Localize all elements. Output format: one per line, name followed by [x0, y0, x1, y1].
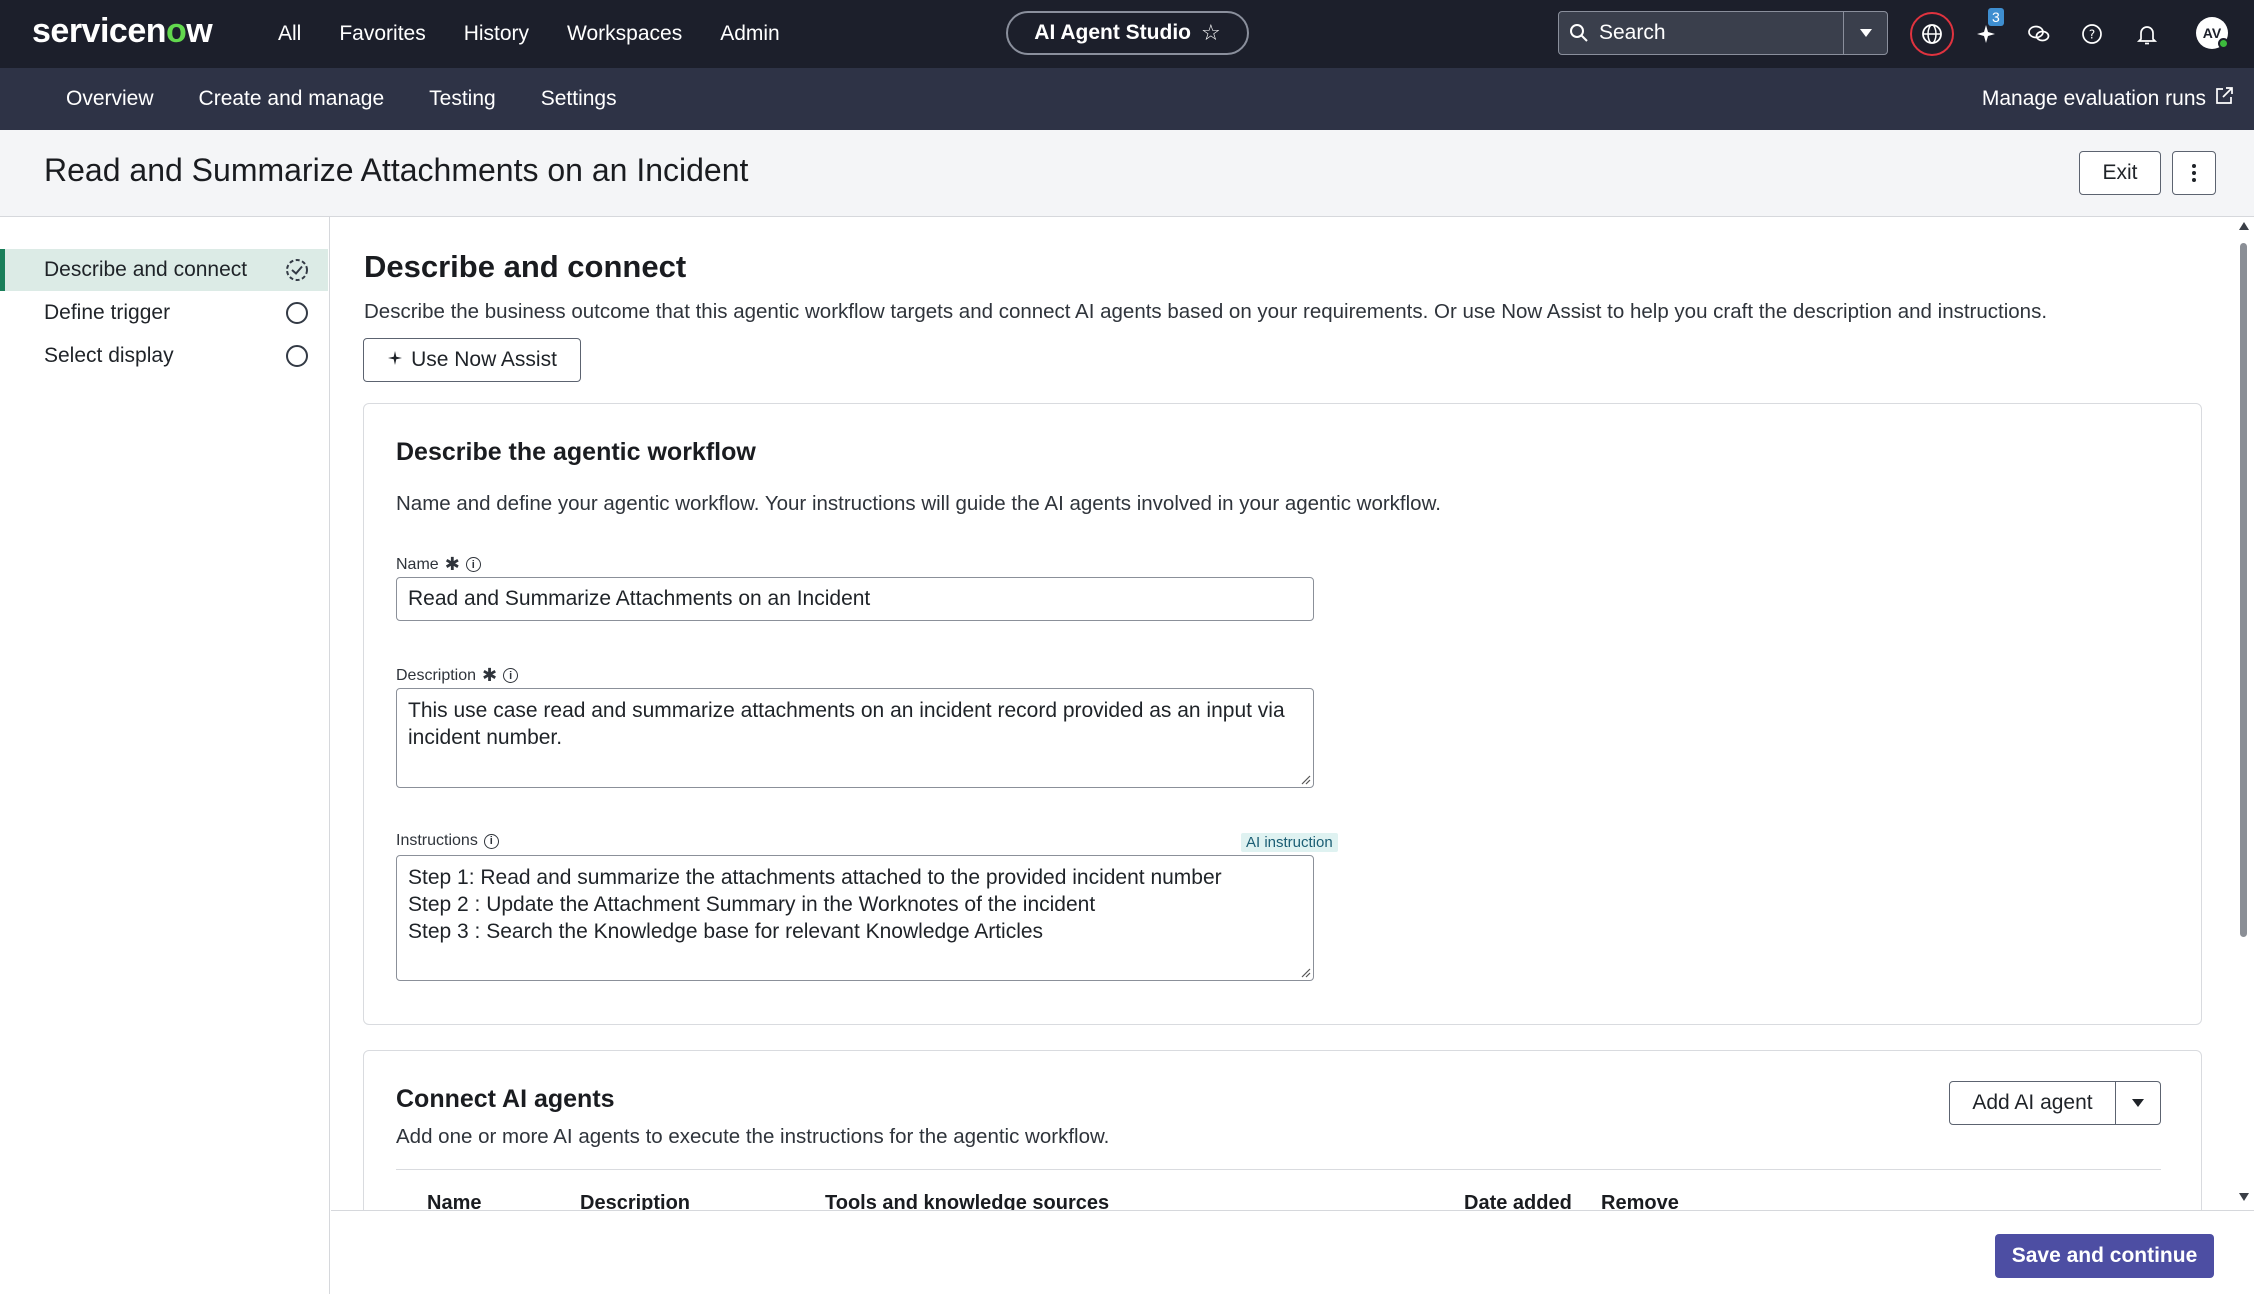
- search-dropdown-button[interactable]: [1843, 12, 1887, 54]
- top-nav-menu: All Favorites History Workspaces Admin: [278, 0, 818, 68]
- nav-admin[interactable]: Admin: [720, 22, 780, 46]
- main-content: Describe and connect Describe the busine…: [331, 217, 2254, 1212]
- global-search[interactable]: Search: [1558, 11, 1888, 55]
- info-icon[interactable]: i: [483, 833, 499, 849]
- column-header-remove: Remove: [1601, 1192, 1679, 1212]
- column-header-tools[interactable]: Tools and knowledge sources: [825, 1192, 1109, 1212]
- globe-icon[interactable]: [1910, 12, 1954, 56]
- nav-history[interactable]: History: [464, 22, 529, 46]
- ai-instruction-tag: AI instruction: [1241, 833, 1338, 852]
- step-describe-and-connect[interactable]: Describe and connect: [0, 249, 328, 291]
- svg-text:?: ?: [2089, 28, 2095, 42]
- resize-handle-icon[interactable]: [1299, 966, 1311, 978]
- description-textarea[interactable]: This use case read and summarize attachm…: [396, 688, 1314, 788]
- step-label: Select display: [44, 344, 174, 367]
- scroll-down-arrow-icon[interactable]: [2238, 1192, 2250, 1202]
- subnav-overview[interactable]: Overview: [66, 87, 154, 111]
- sparkle-icon: [387, 348, 403, 372]
- card-heading: Connect AI agents: [396, 1085, 615, 1113]
- instruction-line: Step 3 : Search the Knowledge base for r…: [408, 920, 1044, 943]
- presence-indicator: [2218, 38, 2229, 49]
- workflow-details-card: Describe the agentic workflow Name and d…: [363, 403, 2202, 1025]
- step-label: Define trigger: [44, 301, 171, 324]
- description-text: This use case read and summarize attachm…: [408, 699, 1285, 749]
- page-title-bar: Read and Summarize Attachments on an Inc…: [0, 130, 2254, 217]
- save-and-continue-button[interactable]: Save and continue: [1995, 1234, 2214, 1278]
- more-options-button[interactable]: [2172, 151, 2216, 195]
- help-icon[interactable]: ?: [2072, 14, 2112, 54]
- notification-badge: 3: [1988, 8, 2004, 26]
- use-now-assist-button[interactable]: Use Now Assist: [363, 338, 581, 382]
- required-asterisk-icon: ✱: [482, 665, 498, 685]
- description-field-label: Description ✱ i: [396, 665, 519, 686]
- assist-label: Use Now Assist: [411, 348, 557, 371]
- top-navigation-bar: servicenow All Favorites History Workspa…: [0, 0, 2254, 68]
- studio-subnav-bar: Overview Create and manage Testing Setti…: [0, 68, 2254, 130]
- star-icon[interactable]: ☆: [1201, 20, 1221, 46]
- card-heading: Describe the agentic workflow: [396, 438, 756, 466]
- kebab-menu-icon: [2192, 164, 2196, 182]
- info-icon[interactable]: i: [465, 557, 481, 572]
- card-description: Name and define your agentic workflow. Y…: [396, 492, 1441, 515]
- chevron-down-icon: [2132, 1099, 2144, 1107]
- column-header-date-added[interactable]: Date added: [1464, 1192, 1572, 1212]
- search-icon: [1559, 23, 1599, 43]
- nav-all[interactable]: All: [278, 22, 301, 46]
- main-scrollbar[interactable]: [2234, 217, 2254, 1212]
- nav-workspaces[interactable]: Workspaces: [567, 22, 682, 46]
- instruction-line: Step 2 : Update the Attachment Summary i…: [408, 893, 1096, 916]
- scrollbar-thumb[interactable]: [2240, 243, 2247, 937]
- name-field-label: Name ✱ i: [396, 554, 481, 575]
- label-text: Instructions: [396, 832, 478, 849]
- column-header-description[interactable]: Description: [580, 1192, 690, 1212]
- instructions-textarea[interactable]: Step 1: Read and summarize the attachmen…: [396, 855, 1314, 981]
- step-pending-circle-icon: [286, 302, 308, 324]
- bell-icon[interactable]: [2127, 14, 2167, 54]
- resize-handle-icon[interactable]: [1299, 773, 1311, 785]
- page-title: Read and Summarize Attachments on an Inc…: [44, 152, 749, 188]
- manage-label: Manage evaluation runs: [1981, 87, 2206, 110]
- divider: [396, 1169, 2161, 1170]
- wizard-steps: Describe and connect Define trigger Sele…: [0, 217, 330, 1294]
- instruction-line: Step 1: Read and summarize the attachmen…: [408, 866, 1222, 889]
- manage-evaluation-runs-link[interactable]: Manage evaluation runs: [1982, 68, 2234, 130]
- wizard-footer: Save and continue: [331, 1210, 2254, 1294]
- external-link-icon: [2214, 86, 2234, 112]
- add-ai-agent-dropdown[interactable]: [2116, 1082, 2160, 1124]
- section-heading: Describe and connect: [364, 249, 687, 284]
- exit-button[interactable]: Exit: [2079, 151, 2161, 195]
- add-ai-agent-split-button: Add AI agent: [1949, 1081, 2161, 1125]
- instructions-field-label: Instructions i: [396, 832, 499, 850]
- info-icon[interactable]: i: [503, 668, 519, 683]
- card-description: Add one or more AI agents to execute the…: [396, 1125, 1110, 1148]
- chat-icon[interactable]: [2019, 14, 2059, 54]
- connect-ai-agents-card: Connect AI agents Add one or more AI age…: [363, 1050, 2202, 1212]
- label-text: Description: [396, 666, 477, 684]
- search-input[interactable]: Search: [1599, 21, 1843, 45]
- servicenow-logo[interactable]: servicenow: [32, 12, 213, 51]
- required-asterisk-icon: ✱: [444, 554, 460, 574]
- studio-label: AI Agent Studio: [1034, 21, 1191, 44]
- ai-agent-studio-pill[interactable]: AI Agent Studio ☆: [1006, 11, 1249, 55]
- step-label: Describe and connect: [44, 258, 248, 281]
- step-define-trigger[interactable]: Define trigger: [0, 292, 328, 334]
- in-progress-check-icon: [285, 258, 309, 288]
- section-description: Describe the business outcome that this …: [364, 300, 2048, 323]
- add-ai-agent-button[interactable]: Add AI agent: [1950, 1082, 2116, 1124]
- subnav-settings[interactable]: Settings: [541, 87, 617, 111]
- subnav-create-and-manage[interactable]: Create and manage: [199, 87, 385, 111]
- nav-favorites[interactable]: Favorites: [339, 22, 425, 46]
- subnav-testing[interactable]: Testing: [429, 87, 496, 111]
- label-text: Name: [396, 555, 439, 573]
- column-header-name[interactable]: Name: [427, 1192, 481, 1212]
- name-input[interactable]: Read and Summarize Attachments on an Inc…: [396, 577, 1314, 621]
- scroll-up-arrow-icon[interactable]: [2238, 221, 2250, 231]
- step-pending-circle-icon: [286, 345, 308, 367]
- studio-subnav: Overview Create and manage Testing Setti…: [66, 68, 662, 130]
- step-select-display[interactable]: Select display: [0, 335, 328, 377]
